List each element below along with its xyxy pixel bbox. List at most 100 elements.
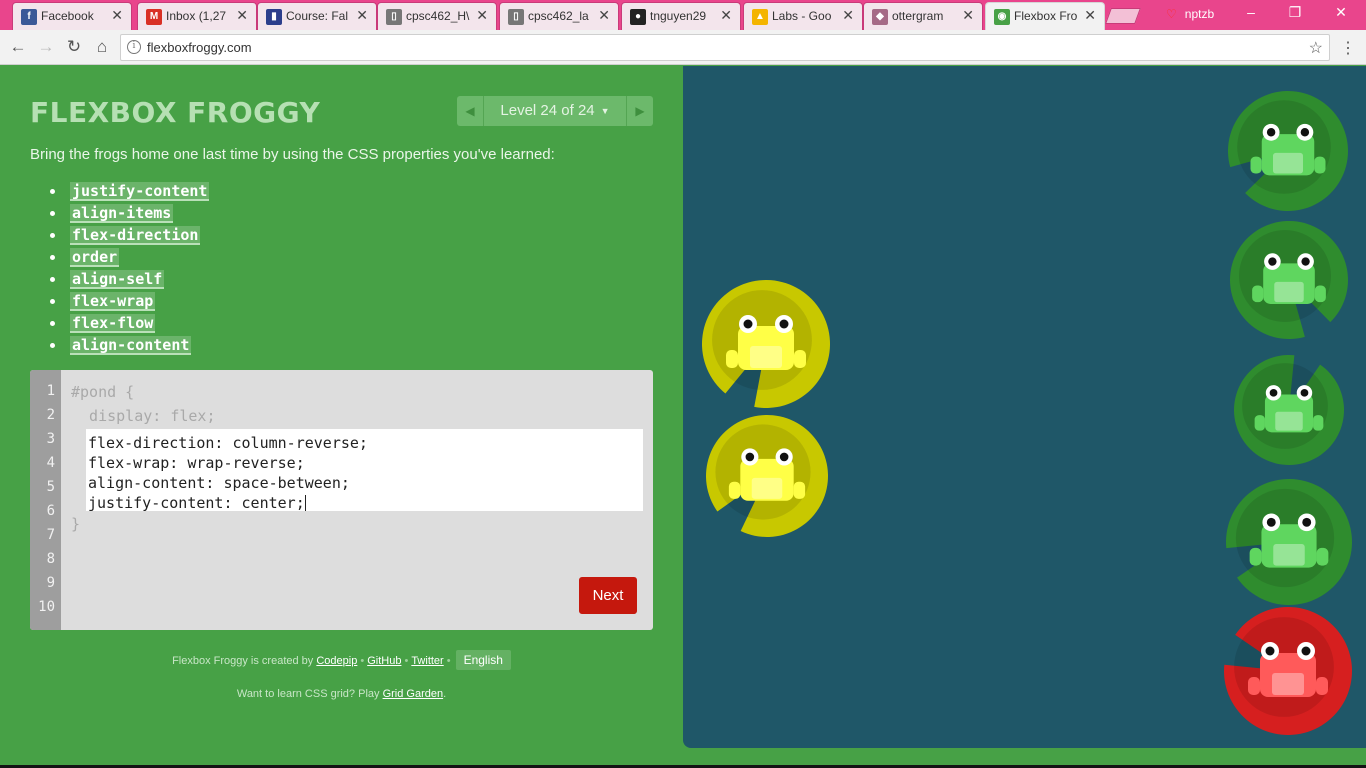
line-number: 5	[46, 479, 55, 495]
lilypad-with-frog	[706, 415, 828, 537]
bullet-icon	[50, 299, 55, 304]
frog-belly	[751, 477, 783, 499]
text-cursor	[304, 495, 306, 511]
maximize-icon[interactable]: ❐	[1280, 4, 1310, 21]
browser-tab[interactable]: ◉ Flexbox Fro ✕	[985, 2, 1105, 30]
property-name[interactable]: align-self	[70, 270, 165, 289]
level-navigator: ◀ Level 24 of 24 ▼ ▶	[457, 96, 653, 126]
browser-tab[interactable]: ▯ cpsc462_la ✕	[499, 2, 619, 30]
moodle-icon: ▮	[266, 9, 282, 25]
grid-garden-promo: Want to learn CSS grid? Play Grid Garden…	[0, 688, 683, 700]
level-indicator[interactable]: Level 24 of 24 ▼	[484, 96, 626, 126]
reload-icon[interactable]: ↻	[62, 36, 86, 58]
close-tab-icon[interactable]: ✕	[356, 7, 368, 24]
line-number-gutter: 1 2 3 4 5 6 7 8 9 10	[30, 370, 61, 630]
frog-leg	[1248, 677, 1260, 695]
browser-tab[interactable]: ▮ Course: Fal ✕	[257, 2, 377, 30]
close-tab-icon[interactable]: ✕	[1084, 7, 1096, 24]
bullet-separator: •	[446, 655, 451, 667]
bookmark-star-icon[interactable]: ☆	[1309, 38, 1323, 58]
frog-leg	[1314, 156, 1326, 174]
frog-leg	[1316, 547, 1329, 566]
frog-leg	[1250, 156, 1262, 174]
code-line-closing-brace: }	[71, 515, 81, 533]
frog-leg	[793, 481, 806, 499]
frog-leg	[1316, 677, 1328, 695]
frog-leg	[1254, 415, 1265, 431]
frog-pupil	[1268, 257, 1277, 266]
grid-garden-link[interactable]: Grid Garden	[383, 688, 444, 700]
forward-arrow-icon[interactable]: →	[34, 36, 58, 58]
ottergram-icon: ◆	[872, 9, 888, 25]
previous-level-icon[interactable]: ◀	[457, 96, 483, 126]
browser-menu-icon[interactable]: ⋮	[1340, 38, 1356, 58]
property-name[interactable]: justify-content	[70, 182, 210, 201]
browser-tab[interactable]: ▲ Labs - Goo ✕	[743, 2, 863, 30]
answer-line-text: flex-wrap: wrap-reverse;	[88, 454, 305, 472]
new-tab-button[interactable]	[1105, 8, 1141, 24]
browser-tab[interactable]: M Inbox (1,27 ✕	[137, 2, 257, 30]
tab-strip: f Facebook ✕ M Inbox (1,27 ✕ ▮ Course: Fal ✕ ▯ cps…	[0, 0, 1366, 30]
game-logo: FLEXBOX FROGGY	[30, 96, 321, 129]
minimize-icon[interactable]: –	[1236, 4, 1266, 20]
next-button[interactable]: Next	[579, 577, 637, 614]
codepip-link[interactable]: Codepip	[316, 655, 357, 667]
document-icon: ▯	[386, 9, 402, 25]
frog-green	[1227, 218, 1351, 342]
tab-title: tnguyen29	[650, 9, 707, 23]
lilypad-with-frog	[1224, 607, 1352, 735]
profile-icon: ♡	[1166, 7, 1177, 21]
close-tab-icon[interactable]: ✕	[111, 7, 123, 24]
line-number: 2	[46, 407, 55, 423]
close-tab-icon[interactable]: ✕	[476, 7, 488, 24]
browser-tab[interactable]: f Facebook ✕	[12, 2, 132, 30]
info-icon[interactable]: i	[127, 40, 141, 54]
close-tab-icon[interactable]: ✕	[598, 7, 610, 24]
bullet-icon	[50, 321, 55, 326]
lilypad-with-frog	[1228, 91, 1348, 211]
close-tab-icon[interactable]: ✕	[842, 7, 854, 24]
github-link[interactable]: GitHub	[367, 655, 401, 667]
browser-tab[interactable]: ▯ cpsc462_H\ ✕	[377, 2, 497, 30]
close-tab-icon[interactable]: ✕	[962, 7, 974, 24]
bullet-icon	[50, 343, 55, 348]
next-level-icon[interactable]: ▶	[627, 96, 653, 126]
profile-name: nptzb	[1184, 7, 1215, 21]
lilypad-with-frog	[1230, 221, 1348, 339]
answer-line-text: align-content: space-between;	[88, 474, 350, 492]
code-line-display: display: flex;	[71, 407, 216, 425]
browser-tab[interactable]: ◆ ottergram ✕	[863, 2, 983, 30]
property-name[interactable]: flex-wrap	[70, 292, 156, 311]
back-arrow-icon[interactable]: ←	[6, 36, 30, 58]
frog-icon: ◉	[994, 9, 1010, 25]
line-number: 10	[38, 599, 55, 615]
answer-textarea[interactable]: flex-direction: column-reverse; flex-wrap…	[86, 429, 643, 512]
twitter-link[interactable]: Twitter	[411, 655, 443, 667]
address-bar[interactable]: i flexboxfroggy.com ☆	[120, 34, 1330, 61]
close-window-icon[interactable]: ✕	[1326, 4, 1356, 21]
tab-title: Facebook	[41, 9, 94, 23]
frog-yellow	[703, 412, 831, 540]
property-name[interactable]: align-content	[70, 336, 192, 355]
property-name[interactable]: order	[70, 248, 120, 267]
home-icon[interactable]: ⌂	[90, 36, 114, 58]
frog-leg	[1249, 547, 1262, 566]
bullet-icon	[50, 255, 55, 260]
browser-tab[interactable]: ● tnguyen29 ✕	[621, 2, 741, 30]
answer-line-text: justify-content: center;	[88, 494, 305, 512]
line-number: 7	[46, 527, 55, 543]
close-tab-icon[interactable]: ✕	[236, 7, 248, 24]
frog-pupil	[1269, 388, 1278, 397]
property-name[interactable]: flex-direction	[70, 226, 201, 245]
close-tab-icon[interactable]: ✕	[720, 7, 732, 24]
answer-line-text: flex-direction: column-reverse;	[88, 434, 368, 452]
line-number: 8	[46, 551, 55, 567]
language-button[interactable]: English	[455, 650, 511, 670]
property-name[interactable]: align-items	[70, 204, 174, 223]
frog-pupil	[1265, 646, 1275, 656]
profile-button[interactable]: ♡ nptzb	[1166, 7, 1214, 21]
bullet-icon	[50, 233, 55, 238]
property-name[interactable]: flex-flow	[70, 314, 156, 333]
answer-line: flex-wrap: wrap-reverse;	[88, 453, 641, 473]
frog-pupil	[1300, 388, 1309, 397]
